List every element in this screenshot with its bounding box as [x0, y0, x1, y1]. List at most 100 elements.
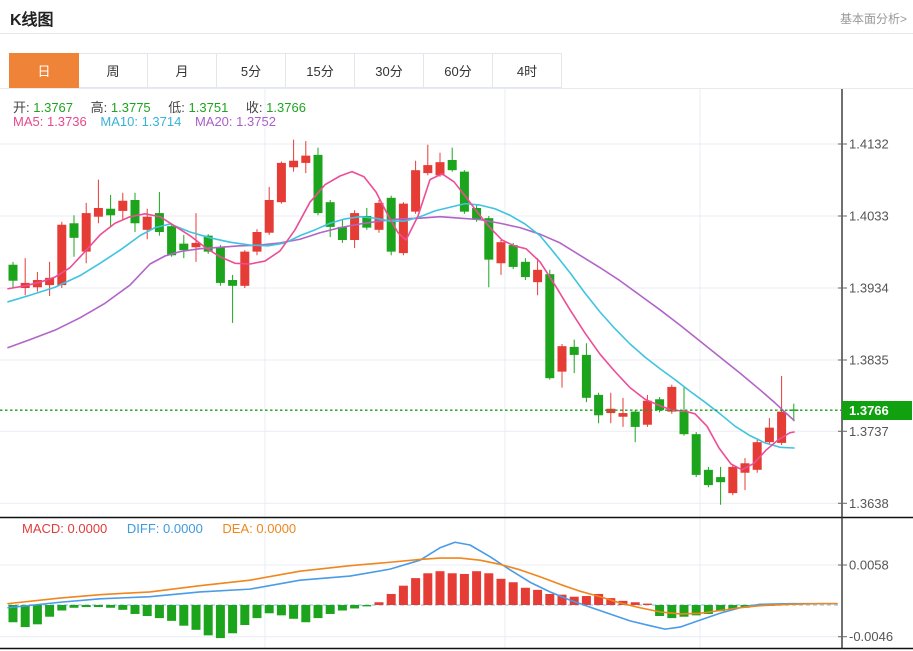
candle[interactable] — [265, 200, 274, 233]
axis-tick-label: 1.4132 — [849, 137, 889, 152]
macd-bar — [362, 605, 371, 606]
candle[interactable] — [118, 201, 127, 211]
tab-4hour[interactable]: 4时 — [492, 53, 562, 88]
candle[interactable] — [57, 225, 66, 285]
candle[interactable] — [704, 470, 713, 485]
candle[interactable] — [521, 262, 530, 277]
candle[interactable] — [765, 428, 774, 443]
candle[interactable] — [436, 162, 445, 175]
candle[interactable] — [484, 218, 493, 259]
macd-bar — [680, 605, 689, 617]
candle[interactable] — [448, 160, 457, 170]
macd-bar — [533, 590, 542, 605]
tab-month[interactable]: 月 — [147, 53, 217, 88]
candle[interactable] — [375, 203, 384, 230]
candle[interactable] — [253, 232, 262, 252]
macd-bar — [216, 605, 225, 638]
candle[interactable] — [570, 347, 579, 355]
diff-label: DIFF: 0.0000 — [127, 521, 203, 536]
period-tabs: 日 周 月 5分 15分 30分 60分 4时 — [10, 53, 562, 88]
candle[interactable] — [692, 434, 701, 475]
macd-bar — [387, 594, 396, 605]
candle[interactable] — [131, 200, 140, 223]
open-value: 1.3767 — [33, 100, 73, 115]
candle[interactable] — [558, 346, 567, 371]
candle[interactable] — [619, 413, 628, 417]
macd-bar — [375, 602, 384, 605]
header-divider — [0, 33, 913, 34]
candle[interactable] — [167, 226, 176, 255]
candle[interactable] — [314, 155, 323, 213]
candle[interactable] — [411, 170, 420, 211]
macd-bar — [82, 605, 91, 607]
macd-bar — [131, 605, 140, 614]
dea-label: DEA: 0.0000 — [222, 521, 296, 536]
tab-60min[interactable]: 60分 — [423, 53, 493, 88]
page-title: K线图 — [10, 6, 54, 30]
candle[interactable] — [423, 165, 432, 173]
ma20-value: 1.3752 — [236, 114, 276, 129]
candle[interactable] — [240, 252, 249, 286]
tab-day[interactable]: 日 — [9, 53, 79, 88]
macd-bar — [314, 605, 323, 618]
candle[interactable] — [289, 161, 298, 168]
macd-bar — [277, 605, 286, 615]
candle[interactable] — [106, 209, 115, 216]
candle[interactable] — [338, 227, 347, 240]
macd-bar — [411, 578, 420, 605]
fundamental-analysis-link[interactable]: 基本面分析> — [840, 10, 907, 27]
tab-15min[interactable]: 15分 — [285, 53, 355, 88]
macd-histogram — [9, 571, 799, 638]
candle[interactable] — [545, 274, 554, 378]
macd-bar — [70, 605, 79, 608]
candle[interactable] — [301, 156, 310, 163]
candle[interactable] — [716, 477, 725, 482]
tab-30min[interactable]: 30分 — [354, 53, 424, 88]
candle[interactable] — [472, 208, 481, 220]
axis-tick-label: 1.3638 — [849, 496, 889, 511]
candle[interactable] — [667, 387, 676, 412]
macd-readout: MACD: 0.0000 DIFF: 0.0000 DEA: 0.0000 — [22, 521, 296, 536]
macd-bar — [667, 605, 676, 618]
candle[interactable] — [533, 270, 542, 282]
candle[interactable] — [179, 244, 188, 251]
candle[interactable] — [228, 280, 237, 286]
candle[interactable] — [643, 401, 652, 425]
candle[interactable] — [277, 163, 286, 202]
candle[interactable] — [94, 208, 103, 217]
tab-week[interactable]: 周 — [78, 53, 148, 88]
candle[interactable] — [680, 412, 689, 435]
candles[interactable] — [9, 140, 799, 505]
axis-tick-label: 0.0058 — [849, 558, 889, 573]
candle[interactable] — [594, 395, 603, 415]
macd-bar — [118, 605, 127, 610]
macd-bar — [57, 605, 66, 611]
candle[interactable] — [399, 204, 408, 253]
ma10-label: MA10: 1.3714 — [100, 114, 181, 129]
candle[interactable] — [509, 245, 518, 267]
candle[interactable] — [9, 265, 18, 281]
macd-bar — [643, 604, 652, 605]
tabrow-divider — [0, 88, 913, 89]
candle[interactable] — [497, 242, 506, 263]
macd-bar — [436, 571, 445, 605]
close-label: 收: — [246, 100, 263, 115]
kline-page: 1.41321.40331.39341.38351.37371.36380.00… — [0, 0, 913, 651]
macd-bar — [545, 594, 554, 605]
candle[interactable] — [728, 467, 737, 493]
macd-bar — [253, 605, 262, 618]
candle[interactable] — [387, 198, 396, 252]
candle[interactable] — [216, 247, 225, 283]
candle[interactable] — [631, 412, 640, 427]
candle[interactable] — [582, 355, 591, 398]
high-label: 高: — [91, 100, 108, 115]
dea-value: 0.0000 — [256, 521, 296, 536]
candle[interactable] — [143, 217, 152, 230]
macd-bar — [423, 573, 432, 605]
tab-5min[interactable]: 5分 — [216, 53, 286, 88]
candle[interactable] — [606, 409, 615, 413]
macd-bar — [192, 605, 201, 630]
macd-bar — [350, 605, 359, 608]
ma-readout: MA5: 1.3736 MA10: 1.3714 MA20: 1.3752 — [13, 114, 276, 129]
candle[interactable] — [70, 223, 79, 238]
